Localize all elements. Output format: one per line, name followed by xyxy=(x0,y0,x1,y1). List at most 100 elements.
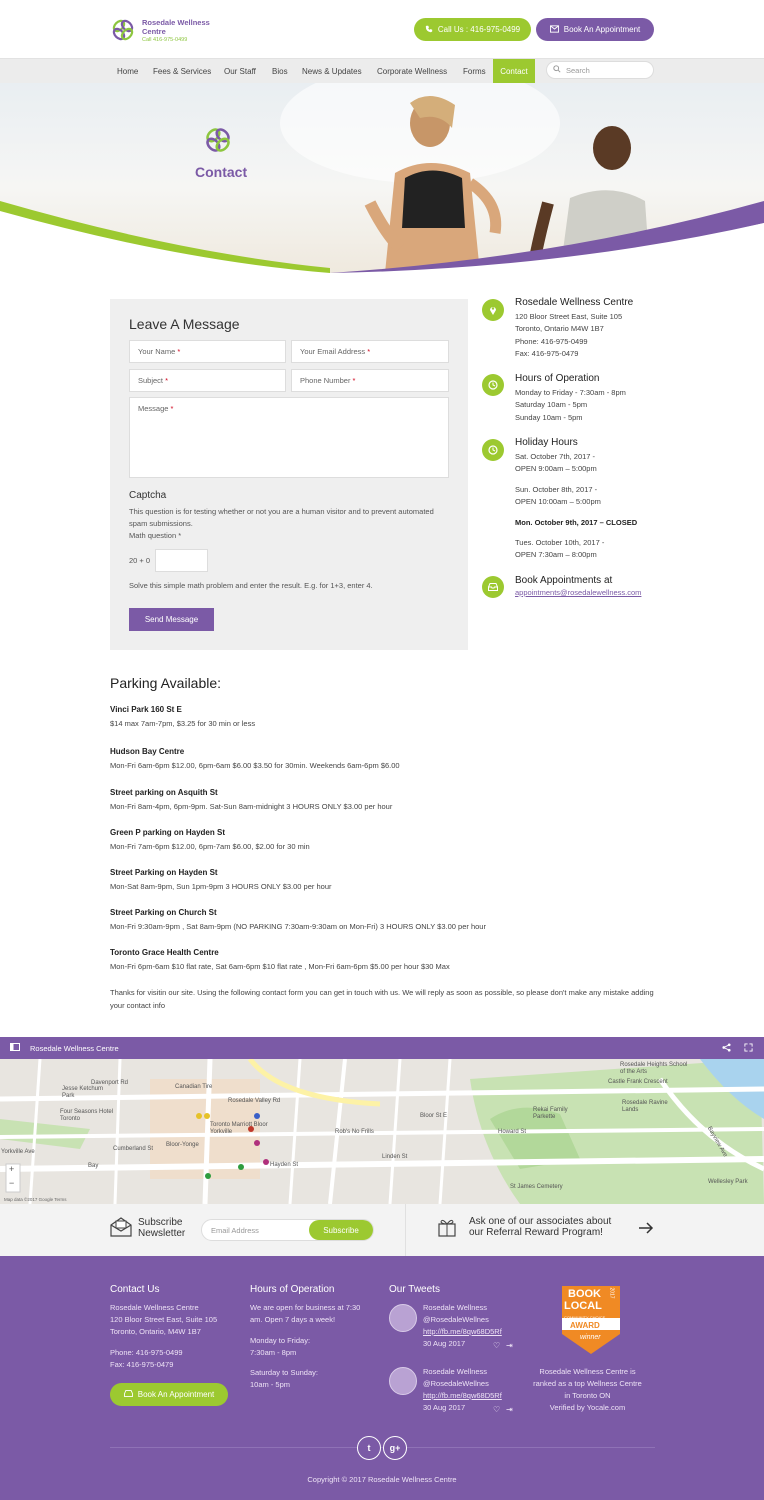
parking-item-text: Mon-Fri 6am-6pm $12.00, 6pm-6am $6.00 $3… xyxy=(110,761,400,770)
subject-field[interactable]: Subject * xyxy=(129,369,286,392)
hero-image xyxy=(0,83,764,273)
search-box[interactable]: Search xyxy=(546,61,654,79)
email-field[interactable]: Your Email Address * xyxy=(291,340,449,363)
zoom-in-icon[interactable]: + xyxy=(9,1164,14,1174)
tweet-1: Rosedale Wellness @RosedaleWellnes http:… xyxy=(423,1303,502,1348)
required-mark: * xyxy=(177,347,181,356)
holiday-mon: Mon. October 9th, 2017 – CLOSED xyxy=(515,518,638,527)
footer-contact-title: Contact Us xyxy=(110,1284,160,1295)
call-us-label: Call Us : 416-975-0499 xyxy=(437,25,521,34)
nav-item-contact[interactable]: Contact xyxy=(493,59,535,84)
map-label-robs-no-frills: Rob's No Frills xyxy=(335,1129,374,1135)
map-label-rekai: Rekai Family Parkette xyxy=(533,1107,568,1120)
hero-banner xyxy=(0,83,764,273)
map-label-hayden: Hayden St xyxy=(270,1162,299,1168)
send-message-button[interactable]: Send Message xyxy=(129,608,214,631)
parking-item-name: Street Parking on Hayden St xyxy=(110,868,218,877)
parking-item-name: Hudson Bay Centre xyxy=(110,747,185,756)
nav-item-our-staff[interactable]: Our Staff xyxy=(224,59,256,84)
copyright: Copyright © 2017 Rosedale Wellness Centr… xyxy=(307,1475,457,1484)
footer-contact-address: Rosedale Wellness Centre 120 Bloor Stree… xyxy=(110,1303,218,1336)
inbox-icon xyxy=(482,576,504,598)
badge-local: LOCAL xyxy=(564,1300,602,1312)
map[interactable]: Canadian Tire Rosedale Valley Rd Rosedal… xyxy=(0,1059,764,1204)
centre-address: 120 Bloor Street East, Suite 105 Toronto… xyxy=(515,312,623,358)
share-icon[interactable] xyxy=(722,1043,731,1054)
footer-tweets-title: Our Tweets xyxy=(389,1284,440,1295)
gift-icon xyxy=(437,1216,459,1240)
message-placeholder: Message xyxy=(138,404,169,413)
zoom-out-icon[interactable]: − xyxy=(9,1178,14,1188)
envelope-icon xyxy=(549,24,559,35)
captcha-description: This question is for testing whether or … xyxy=(129,507,434,528)
nav-item-forms[interactable]: Forms xyxy=(463,59,486,84)
heart-icon[interactable]: ♡ xyxy=(493,1405,500,1414)
required-mark: * xyxy=(170,404,174,413)
hours-text: Monday to Friday - 7:30am - 8pm Saturday… xyxy=(515,388,626,422)
holiday-sun: Sun. October 8th, 2017 - OPEN 10:00am – 5… xyxy=(515,485,601,507)
nav-item-news-updates[interactable]: News & Updates xyxy=(302,59,362,84)
inbox-icon xyxy=(123,1390,133,1399)
subscribe-button[interactable]: Subscribe xyxy=(309,1220,373,1240)
map-label-bay: Bay xyxy=(88,1163,99,1169)
parking-item-name: Street Parking on Church St xyxy=(110,908,217,917)
appointments-email-link[interactable]: appointments@rosedalewellness.com xyxy=(515,587,641,599)
phone-placeholder: Phone Number xyxy=(300,376,351,385)
math-help-text: Solve this simple math problem and enter… xyxy=(129,581,373,590)
captcha-title: Captcha xyxy=(129,490,167,501)
parking-item-text: Mon-Fri 7am-6pm $12.00, 6pm-7am $6.00, $… xyxy=(110,842,310,851)
parking-item-name: Green P parking on Hayden St xyxy=(110,828,225,837)
arrow-right-icon[interactable] xyxy=(638,1222,654,1236)
holiday-title: Holiday Hours xyxy=(515,437,578,448)
site-logo[interactable]: Rosedale Wellness Centre Call 416-975-04… xyxy=(110,14,230,46)
math-answer-input[interactable] xyxy=(155,549,208,572)
centre-title: Rosedale Wellness Centre xyxy=(515,297,634,308)
map-attribution: Map data ©2017 Google Terms xyxy=(4,1197,67,1202)
book-appointment-button[interactable]: Book An Appointment xyxy=(536,18,654,41)
fullscreen-icon[interactable] xyxy=(744,1043,753,1054)
holiday-sat: Sat. October 7th, 2017 - OPEN 9:00am – 5:… xyxy=(515,452,597,474)
footer-hours-weekday: Monday to Friday: 7:30am - 8pm xyxy=(250,1336,311,1357)
badge-community: COMMUNITY CHOICE xyxy=(564,1315,606,1320)
hero-logo-icon xyxy=(203,125,233,157)
nav-item-home[interactable]: Home xyxy=(117,59,138,84)
parking-item-text: $14 max 7am-7pm, $3.25 for 30 min or les… xyxy=(110,719,256,728)
map-sidebar-icon[interactable] xyxy=(10,1043,20,1053)
math-question: 20 + 0 xyxy=(129,556,151,565)
logo-name: Rosedale Wellness Centre xyxy=(142,17,210,36)
map-label-cumberland: Cumberland St xyxy=(113,1146,154,1152)
map-label-st-james: St James Cemetery xyxy=(510,1184,563,1190)
share-icon[interactable]: ⇥ xyxy=(506,1405,513,1414)
footer-hours-intro: We are open for business at 7:30 am. Ope… xyxy=(250,1303,361,1324)
map-label-yorkville: Yorkville Ave xyxy=(1,1149,35,1155)
form-title: Leave A Message xyxy=(129,316,240,332)
map-label-ravine-lands: Rosedale Ravine Lands xyxy=(622,1100,668,1113)
heart-icon[interactable]: ♡ xyxy=(493,1341,500,1350)
name-placeholder: Your Name xyxy=(138,347,176,356)
message-field[interactable]: Message * xyxy=(129,397,449,478)
required-mark: * xyxy=(165,376,169,385)
phone-icon xyxy=(425,25,433,35)
nav-item-bios[interactable]: Bios xyxy=(272,59,288,84)
phone-field[interactable]: Phone Number * xyxy=(291,369,449,392)
nav-item-fees-services[interactable]: Fees & Services xyxy=(153,59,211,84)
google-plus-icon[interactable]: g+ xyxy=(383,1436,407,1460)
name-field[interactable]: Your Name * xyxy=(129,340,286,363)
search-input[interactable]: Search xyxy=(566,66,590,75)
clock-icon xyxy=(482,439,504,461)
nav-item-corporate-wellness[interactable]: Corporate Wellness xyxy=(377,59,447,84)
twitter-icon[interactable]: t xyxy=(357,1436,381,1460)
book-appointment-label: Book An Appointment xyxy=(563,25,641,34)
footer-book-button[interactable]: Book An Appointment xyxy=(110,1383,228,1406)
call-us-button[interactable]: Call Us : 416-975-0499 xyxy=(414,18,531,41)
logo-phone: Call 416-975-0499 xyxy=(142,36,188,43)
closing-text: Thanks for visitin our site. Using the f… xyxy=(110,988,654,1010)
holiday-tue: Tues. October 10th, 2017 - OPEN 7:30am – … xyxy=(515,538,605,560)
map-label-castle-frank: Castle Frank Crescent xyxy=(608,1079,668,1085)
hours-title: Hours of Operation xyxy=(515,373,600,384)
logo-icon xyxy=(110,17,136,43)
share-icon[interactable]: ⇥ xyxy=(506,1341,513,1350)
parking-item-text: Mon-Fri 6pm-6am $10 flat rate, Sat 6am-6… xyxy=(110,962,450,971)
map-label-four-seasons: Four Seasons Hotel Toronto xyxy=(60,1109,114,1122)
map-label-jesse-ketchum: Jesse Ketchum Park xyxy=(62,1086,104,1099)
